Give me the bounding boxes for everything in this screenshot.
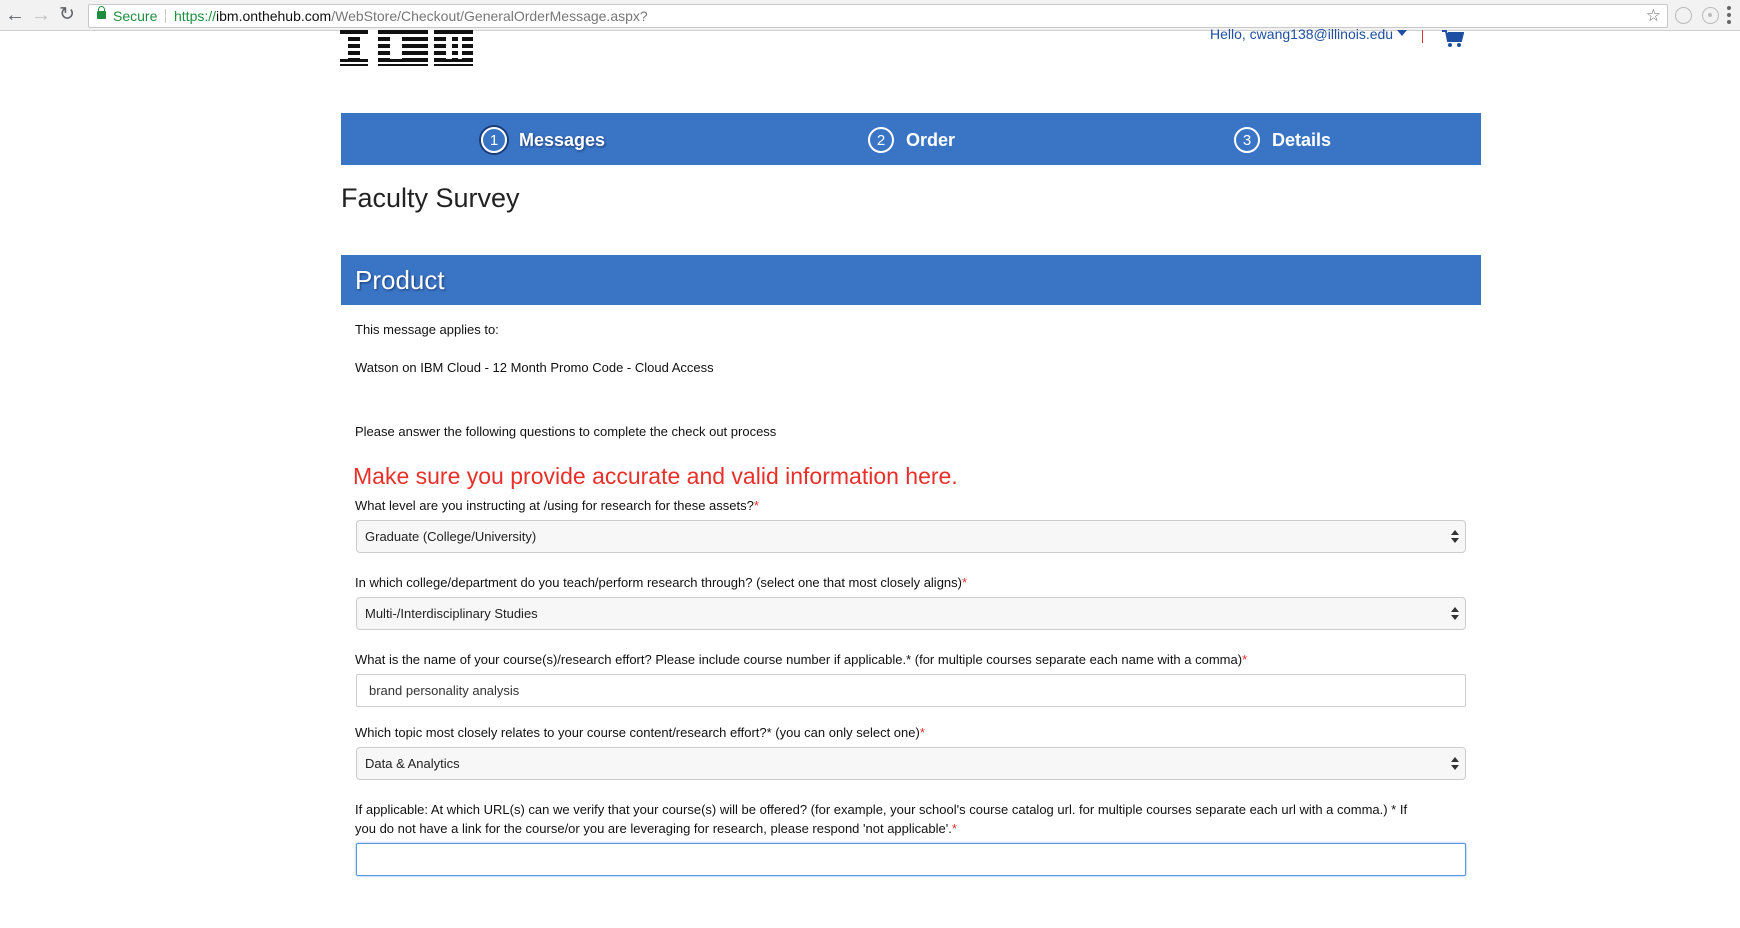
instruction-level-select[interactable]: Graduate (College/University) — [356, 520, 1466, 553]
step-label: Messages — [519, 129, 606, 150]
question-label-line1: If applicable: At which URL(s) can we ve… — [355, 802, 1408, 817]
shopping-cart-icon[interactable] — [1442, 30, 1464, 48]
warning-message: Make sure you provide accurate and valid… — [353, 463, 958, 489]
section-header: Product — [341, 255, 1481, 305]
step-details[interactable]: 3 Details — [1234, 126, 1331, 154]
extension-icon[interactable] — [1702, 7, 1719, 24]
address-bar[interactable]: Secure https://ibm.onthehub.com/WebStore… — [88, 4, 1668, 28]
required-marker: * — [1242, 652, 1248, 667]
step-label: Order — [906, 129, 956, 150]
checkout-steps: 1 Messages 2 Order 3 Details — [341, 113, 1481, 165]
ibm-logo[interactable] — [340, 30, 473, 66]
question-text: Which topic most closely relates to your… — [355, 725, 920, 740]
select-value: Graduate (College/University) — [365, 529, 537, 544]
applies-to-label: This message applies to: — [355, 322, 499, 337]
select-arrows-icon — [1451, 757, 1459, 771]
url-divider — [165, 9, 166, 23]
back-arrow-icon[interactable]: ← — [4, 4, 26, 26]
browser-toolbar: ← → ↻ Secure https://ibm.onthehub.com/We… — [0, 0, 1740, 31]
url-domain: ibm.onthehub.com — [216, 8, 332, 24]
step-number: 3 — [1234, 127, 1260, 153]
question-text: What level are you instructing at /using… — [355, 498, 754, 513]
select-value: Multi-/Interdisciplinary Studies — [365, 606, 538, 621]
course-name-input[interactable]: brand personality analysis — [356, 674, 1466, 707]
user-account-menu[interactable]: Hello, cwang138@illinois.edu — [1210, 26, 1393, 42]
question-label: What level are you instructing at /using… — [355, 498, 759, 513]
secure-label: Secure — [113, 8, 158, 24]
question-label-line2: you do not have a link for the course/or… — [355, 821, 957, 836]
bookmark-star-icon[interactable]: ☆ — [1646, 5, 1661, 27]
section-title: Product — [355, 265, 445, 295]
step-messages[interactable]: 1 Messages — [481, 126, 605, 154]
topic-select[interactable]: Data & Analytics — [356, 747, 1466, 780]
url-scheme: https:// — [174, 8, 217, 24]
url-path: /WebStore/Checkout/GeneralOrderMessage.a… — [331, 8, 648, 24]
question-label: Which topic most closely relates to your… — [355, 725, 925, 740]
select-arrows-icon — [1451, 530, 1459, 544]
select-value: Data & Analytics — [365, 756, 460, 771]
required-marker: * — [951, 821, 957, 836]
question-text: What is the name of your course(s)/resea… — [355, 652, 1243, 667]
step-number: 2 — [868, 127, 894, 153]
reload-icon[interactable]: ↻ — [56, 4, 78, 26]
instructions-text: Please answer the following questions to… — [355, 424, 777, 439]
required-marker: * — [753, 498, 759, 513]
required-marker: * — [919, 725, 925, 740]
course-url-input[interactable] — [356, 843, 1466, 876]
step-label: Details — [1272, 129, 1332, 150]
forward-arrow-icon[interactable]: → — [30, 4, 52, 26]
header-divider — [1422, 30, 1423, 43]
required-marker: * — [962, 575, 968, 590]
extension-icon[interactable] — [1675, 7, 1692, 24]
question-label: What is the name of your course(s)/resea… — [355, 652, 1247, 667]
select-arrows-icon — [1451, 607, 1459, 621]
chevron-down-icon[interactable] — [1397, 30, 1407, 36]
product-name: Watson on IBM Cloud - 12 Month Promo Cod… — [355, 360, 714, 375]
page-title: Faculty Survey — [341, 183, 520, 213]
department-select[interactable]: Multi-/Interdisciplinary Studies — [356, 597, 1466, 630]
step-order[interactable]: 2 Order — [868, 126, 955, 154]
step-number: 1 — [481, 127, 507, 153]
question-text: In which college/department do you teach… — [355, 575, 962, 590]
question-label: In which college/department do you teach… — [355, 575, 967, 590]
browser-menu-icon[interactable] — [1727, 6, 1731, 24]
lock-icon — [97, 6, 106, 19]
url-text[interactable]: https://ibm.onthehub.com/WebStore/Checko… — [174, 5, 648, 27]
question-text: you do not have a link for the course/or… — [355, 821, 952, 836]
